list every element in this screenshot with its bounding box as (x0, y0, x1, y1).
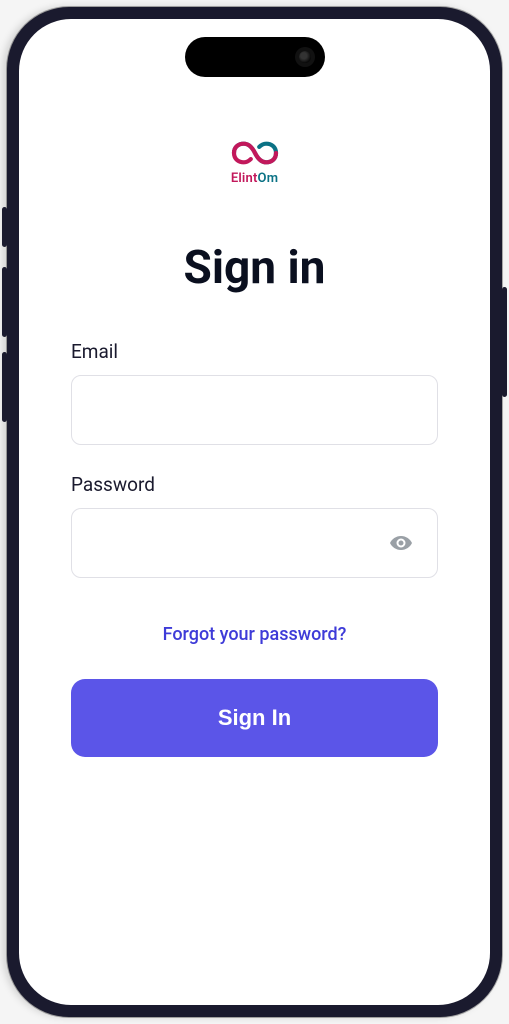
toggle-password-visibility-button[interactable] (383, 525, 419, 561)
infinity-logo-icon (227, 139, 283, 167)
phone-side-button (2, 207, 7, 247)
forgot-password-link[interactable]: Forgot your password? (71, 624, 438, 645)
dynamic-island (185, 37, 325, 77)
brand-name-part2: Om (258, 171, 279, 186)
phone-volume-down (2, 352, 7, 422)
email-field[interactable] (90, 400, 419, 421)
signin-button[interactable]: Sign In (71, 679, 438, 757)
brand-name: ElintOm (231, 171, 278, 186)
brand-name-part1: Elint (231, 171, 258, 186)
password-field[interactable] (90, 533, 383, 554)
page-title: Sign in (184, 241, 326, 295)
phone-frame: ElintOm Sign in Email Password Forgot yo… (7, 7, 502, 1017)
eye-icon (389, 531, 413, 555)
phone-screen: ElintOm Sign in Email Password Forgot yo… (19, 19, 490, 1005)
email-label: Email (71, 340, 438, 363)
brand-logo: ElintOm (227, 139, 283, 186)
password-label: Password (71, 473, 438, 496)
phone-volume-up (2, 267, 7, 337)
phone-power-button (502, 287, 507, 397)
password-input-wrap[interactable] (71, 508, 438, 578)
email-input-wrap[interactable] (71, 375, 438, 445)
signin-form: Email Password Forgot your password? Sig… (71, 340, 438, 757)
